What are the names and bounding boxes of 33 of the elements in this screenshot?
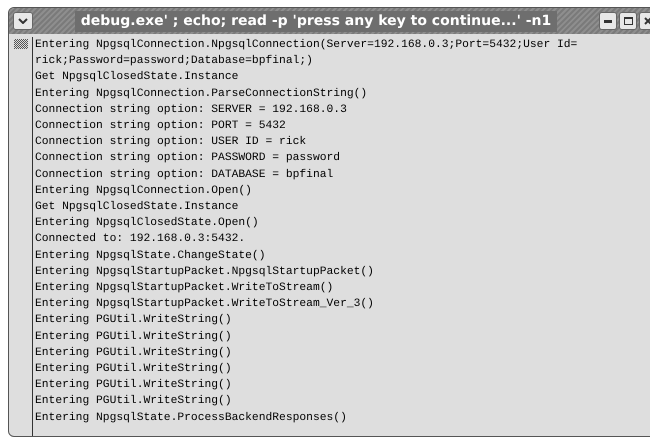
- output-line: Entering NpgsqlStartupPacket.WriteToStream_Ver_3(): [35, 296, 375, 312]
- window-title: debug.exe' ; echo; read -p 'press any key to continue...' -n1: [74, 10, 558, 32]
- output-line: Entering NpgsqlConnection.NpgsqlConnection(Server=192.168.0.3;Port=5432;User Id=: [35, 38, 578, 53]
- output-line: Entering PGUtil.WriteString(): [35, 394, 233, 410]
- output-line: Get NpgsqlClosedState.Instance: [35, 70, 240, 86]
- output-line: Entering PGUtil.WriteString(): [35, 346, 233, 361]
- scroll-thumb[interactable]: [14, 39, 28, 49]
- output-line: Entering PGUtil.WriteString(): [35, 378, 233, 394]
- maximize-button[interactable]: [619, 12, 637, 30]
- output-line: Entering PGUtil.WriteString(): [35, 312, 233, 328]
- output-line: Entering PGUtil.WriteString(): [35, 330, 233, 345]
- chevron-down-icon: [18, 18, 28, 24]
- output-line: Entering NpgsqlState.ChangeState(): [35, 248, 266, 264]
- output-line: rick;Password=password;Database=bpfinal;): [35, 54, 314, 70]
- output-line: Connection string option: USER ID = rick: [35, 134, 308, 150]
- output-line: Entering PGUtil.WriteString(): [35, 362, 233, 378]
- output-line: Connection string option: SERVER = 192.168.0.3: [35, 102, 348, 118]
- output-line: Connected to: 192.168.0.3:5432.: [35, 232, 246, 248]
- output-line: Connection string option: DATABASE = bpfinal: [35, 168, 334, 183]
- output-line: Entering NpgsqlConnection.ParseConnectionString(): [35, 86, 368, 102]
- output-line: Connection string option: PASSWORD = password: [35, 150, 342, 166]
- minimize-icon: [604, 20, 612, 22]
- output-line: Entering NpgsqlStartupPacket.NpgsqlStartupPacket(): [35, 264, 375, 280]
- output-line: Entering NpgsqlStartupPacket.WriteToStream(): [35, 280, 334, 296]
- output-line: Entering NpgsqlConnection.Open(): [35, 184, 253, 199]
- output-line: Connection string option: PORT = 5432: [35, 118, 287, 134]
- window-menu-button[interactable]: [13, 12, 33, 30]
- output-line: Entering NpgsqlState.ProcessBackendResponses(): [35, 410, 348, 426]
- output-line: Entering NpgsqlClosedState.Open(): [35, 216, 260, 232]
- maximize-icon: [624, 17, 632, 25]
- minimize-button[interactable]: [599, 12, 617, 30]
- close-icon: [644, 17, 650, 25]
- output-line: Get NpgsqlClosedState.Instance: [35, 200, 240, 216]
